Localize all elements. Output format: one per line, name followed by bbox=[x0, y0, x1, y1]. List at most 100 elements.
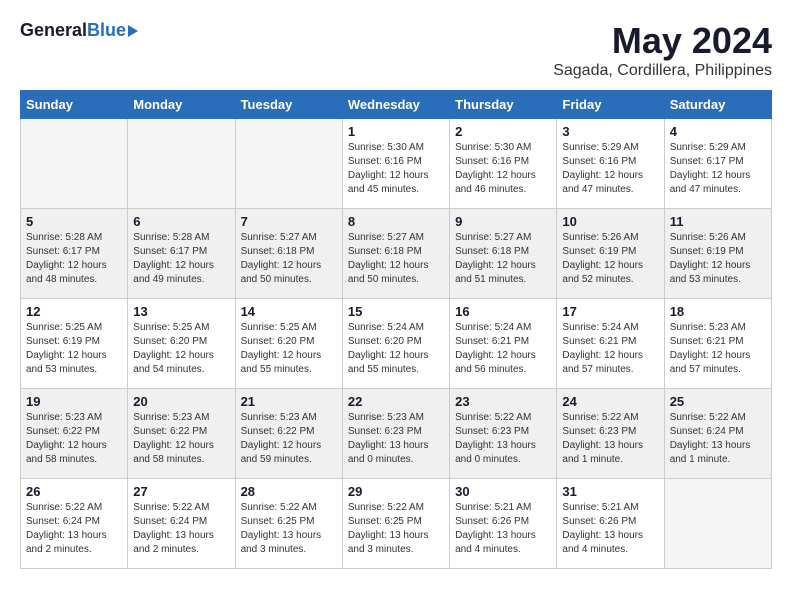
logo: General Blue bbox=[20, 20, 138, 41]
day-number: 9 bbox=[455, 214, 551, 229]
calendar-cell: 1 Sunrise: 5:30 AMSunset: 6:16 PMDaylight… bbox=[342, 119, 449, 209]
day-info: Sunrise: 5:22 AMSunset: 6:23 PMDaylight:… bbox=[455, 411, 551, 467]
day-number: 15 bbox=[348, 304, 444, 319]
day-number: 26 bbox=[26, 484, 122, 499]
week-row-2: 5Sunrise: 5:28 AMSunset: 6:17 PMDaylight… bbox=[21, 209, 772, 299]
calendar-cell: 4 Sunrise: 5:29 AMSunset: 6:17 PMDaylight… bbox=[664, 119, 771, 209]
day-info: Sunrise: 5:23 AMSunset: 6:21 PMDaylight:… bbox=[670, 321, 766, 377]
calendar-cell: 29Sunrise: 5:22 AMSunset: 6:25 PMDayligh… bbox=[342, 479, 449, 569]
calendar-cell: 24 Sunrise: 5:22 AMSunset: 6:23 PMDayligh… bbox=[557, 389, 664, 479]
calendar-cell: 19 Sunrise: 5:23 AMSunset: 6:22 PMDayligh… bbox=[21, 389, 128, 479]
day-info: Sunrise: 5:21 AMSunset: 6:26 PMDaylight:… bbox=[455, 501, 551, 557]
day-info: Sunrise: 5:25 AMSunset: 6:20 PMDaylight:… bbox=[241, 321, 337, 377]
day-info: Sunrise: 5:22 AMSunset: 6:23 PMDaylight:… bbox=[562, 411, 658, 467]
day-info: Sunrise: 5:26 AMSunset: 6:19 PMDaylight:… bbox=[670, 231, 766, 287]
day-number: 21 bbox=[241, 394, 337, 409]
day-info: Sunrise: 5:28 AMSunset: 6:17 PMDaylight:… bbox=[133, 231, 229, 287]
day-info: Sunrise: 5:26 AMSunset: 6:19 PMDaylight:… bbox=[562, 231, 658, 287]
calendar-cell bbox=[128, 119, 235, 209]
calendar-cell: 26 Sunrise: 5:22 AMSunset: 6:24 PMDayligh… bbox=[21, 479, 128, 569]
calendar-cell: 12 Sunrise: 5:25 AMSunset: 6:19 PMDayligh… bbox=[21, 299, 128, 389]
header-tuesday: Tuesday bbox=[235, 91, 342, 119]
header-wednesday: Wednesday bbox=[342, 91, 449, 119]
day-info: Sunrise: 5:23 AMSunset: 6:22 PMDaylight:… bbox=[133, 411, 229, 467]
day-number: 13 bbox=[133, 304, 229, 319]
header-monday: Monday bbox=[128, 91, 235, 119]
day-number: 31 bbox=[562, 484, 658, 499]
day-info: Sunrise: 5:24 AMSunset: 6:21 PMDaylight:… bbox=[562, 321, 658, 377]
day-number: 28 bbox=[241, 484, 337, 499]
page-header: General Blue May 2024 Sagada, Cordillera… bbox=[20, 20, 772, 80]
day-number: 16 bbox=[455, 304, 551, 319]
day-info: Sunrise: 5:28 AMSunset: 6:17 PMDaylight:… bbox=[26, 231, 122, 287]
calendar-cell: 21Sunrise: 5:23 AMSunset: 6:22 PMDayligh… bbox=[235, 389, 342, 479]
day-info: Sunrise: 5:23 AMSunset: 6:22 PMDaylight:… bbox=[26, 411, 122, 467]
title-section: May 2024 Sagada, Cordillera, Philippines bbox=[553, 20, 772, 80]
location-title: Sagada, Cordillera, Philippines bbox=[553, 62, 772, 80]
week-row-3: 12 Sunrise: 5:25 AMSunset: 6:19 PMDayligh… bbox=[21, 299, 772, 389]
day-info: Sunrise: 5:24 AMSunset: 6:21 PMDaylight:… bbox=[455, 321, 551, 377]
day-info: Sunrise: 5:22 AMSunset: 6:25 PMDaylight:… bbox=[241, 501, 337, 557]
day-number: 19 bbox=[26, 394, 122, 409]
calendar-cell: 11 Sunrise: 5:26 AMSunset: 6:19 PMDayligh… bbox=[664, 209, 771, 299]
day-info: Sunrise: 5:29 AMSunset: 6:17 PMDaylight:… bbox=[670, 141, 766, 197]
calendar-cell: 27Sunrise: 5:22 AMSunset: 6:24 PMDayligh… bbox=[128, 479, 235, 569]
logo-blue-text: Blue bbox=[87, 20, 126, 41]
day-number: 14 bbox=[241, 304, 337, 319]
day-number: 4 bbox=[670, 124, 766, 139]
day-info: Sunrise: 5:21 AMSunset: 6:26 PMDaylight:… bbox=[562, 501, 658, 557]
week-row-5: 26 Sunrise: 5:22 AMSunset: 6:24 PMDayligh… bbox=[21, 479, 772, 569]
day-number: 30 bbox=[455, 484, 551, 499]
day-number: 20 bbox=[133, 394, 229, 409]
day-info: Sunrise: 5:27 AMSunset: 6:18 PMDaylight:… bbox=[455, 231, 551, 287]
day-number: 1 bbox=[348, 124, 444, 139]
logo-general-text: General bbox=[20, 20, 87, 41]
calendar-cell: 20 Sunrise: 5:23 AMSunset: 6:22 PMDayligh… bbox=[128, 389, 235, 479]
calendar-cell: 17 Sunrise: 5:24 AMSunset: 6:21 PMDayligh… bbox=[557, 299, 664, 389]
calendar-cell: 28 Sunrise: 5:22 AMSunset: 6:25 PMDayligh… bbox=[235, 479, 342, 569]
calendar-cell bbox=[664, 479, 771, 569]
day-number: 7 bbox=[241, 214, 337, 229]
day-number: 25 bbox=[670, 394, 766, 409]
week-row-4: 19 Sunrise: 5:23 AMSunset: 6:22 PMDayligh… bbox=[21, 389, 772, 479]
calendar-cell bbox=[21, 119, 128, 209]
day-info: Sunrise: 5:24 AMSunset: 6:20 PMDaylight:… bbox=[348, 321, 444, 377]
day-info: Sunrise: 5:30 AMSunset: 6:16 PMDaylight:… bbox=[348, 141, 444, 197]
calendar-cell bbox=[235, 119, 342, 209]
calendar-cell: 9 Sunrise: 5:27 AMSunset: 6:18 PMDaylight… bbox=[450, 209, 557, 299]
week-row-1: 1 Sunrise: 5:30 AMSunset: 6:16 PMDaylight… bbox=[21, 119, 772, 209]
header-friday: Friday bbox=[557, 91, 664, 119]
calendar-cell: 2Sunrise: 5:30 AMSunset: 6:16 PMDaylight… bbox=[450, 119, 557, 209]
day-info: Sunrise: 5:25 AMSunset: 6:19 PMDaylight:… bbox=[26, 321, 122, 377]
header-thursday: Thursday bbox=[450, 91, 557, 119]
calendar-cell: 30 Sunrise: 5:21 AMSunset: 6:26 PMDayligh… bbox=[450, 479, 557, 569]
calendar-cell: 5Sunrise: 5:28 AMSunset: 6:17 PMDaylight… bbox=[21, 209, 128, 299]
day-info: Sunrise: 5:27 AMSunset: 6:18 PMDaylight:… bbox=[348, 231, 444, 287]
calendar-cell: 14 Sunrise: 5:25 AMSunset: 6:20 PMDayligh… bbox=[235, 299, 342, 389]
calendar-cell: 22Sunrise: 5:23 AMSunset: 6:23 PMDayligh… bbox=[342, 389, 449, 479]
day-info: Sunrise: 5:27 AMSunset: 6:18 PMDaylight:… bbox=[241, 231, 337, 287]
logo-arrow-icon bbox=[128, 25, 138, 37]
day-info: Sunrise: 5:22 AMSunset: 6:24 PMDaylight:… bbox=[670, 411, 766, 467]
calendar-cell: 6 Sunrise: 5:28 AMSunset: 6:17 PMDaylight… bbox=[128, 209, 235, 299]
day-number: 8 bbox=[348, 214, 444, 229]
day-number: 17 bbox=[562, 304, 658, 319]
day-number: 22 bbox=[348, 394, 444, 409]
day-number: 11 bbox=[670, 214, 766, 229]
day-number: 27 bbox=[133, 484, 229, 499]
day-info: Sunrise: 5:22 AMSunset: 6:25 PMDaylight:… bbox=[348, 501, 444, 557]
calendar-cell: 3 Sunrise: 5:29 AMSunset: 6:16 PMDaylight… bbox=[557, 119, 664, 209]
day-number: 3 bbox=[562, 124, 658, 139]
calendar-cell: 25 Sunrise: 5:22 AMSunset: 6:24 PMDayligh… bbox=[664, 389, 771, 479]
day-number: 24 bbox=[562, 394, 658, 409]
calendar-cell: 10Sunrise: 5:26 AMSunset: 6:19 PMDayligh… bbox=[557, 209, 664, 299]
header-row: SundayMondayTuesdayWednesdayThursdayFrid… bbox=[21, 91, 772, 119]
day-info: Sunrise: 5:22 AMSunset: 6:24 PMDaylight:… bbox=[26, 501, 122, 557]
day-number: 23 bbox=[455, 394, 551, 409]
day-number: 12 bbox=[26, 304, 122, 319]
day-info: Sunrise: 5:29 AMSunset: 6:16 PMDaylight:… bbox=[562, 141, 658, 197]
header-saturday: Saturday bbox=[664, 91, 771, 119]
day-number: 6 bbox=[133, 214, 229, 229]
day-info: Sunrise: 5:30 AMSunset: 6:16 PMDaylight:… bbox=[455, 141, 551, 197]
calendar-cell: 8 Sunrise: 5:27 AMSunset: 6:18 PMDaylight… bbox=[342, 209, 449, 299]
